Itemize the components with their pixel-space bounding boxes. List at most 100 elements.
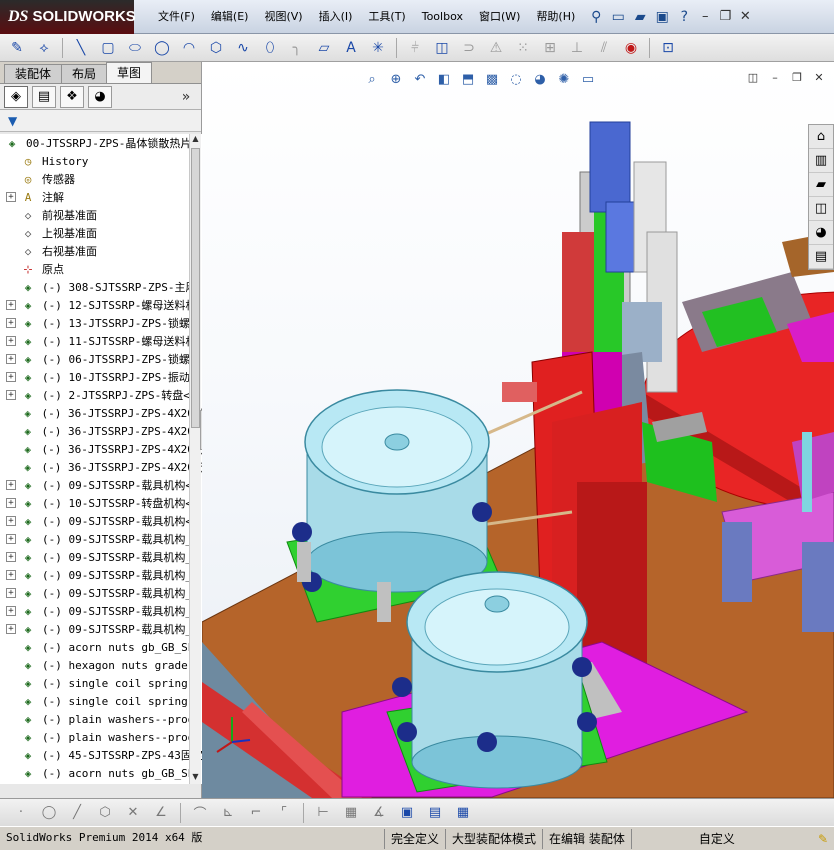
graphics-area[interactable]: ⌕ ⊕ ↶ ◧ ⬒ ▩ ◌ ◕ ✺ ▭ ◫ – ❐ ✕ ⌂ ▥ ▰ ◫ ◕ ▤	[202, 62, 834, 798]
linear-pattern-icon[interactable]: ⁙	[512, 37, 534, 59]
expand-icon[interactable]: +	[6, 354, 16, 364]
tree-root-assembly[interactable]: ◈ 00-JTSSRPJ-ZPS-晶体锁散热片	[0, 134, 202, 152]
status-units[interactable]: 自定义	[630, 828, 741, 849]
tree-item[interactable]: ◈ (-) 36-JTSSRPJ-ZPS-4X20万	[0, 422, 202, 440]
expand-icon[interactable]: +	[6, 498, 16, 508]
tree-item[interactable]: + ◈ (-) 13-JTSSRPJ-ZPS-锁螺丝	[0, 314, 202, 332]
tree-item[interactable]: ◈ (-) plain washers--produ	[0, 728, 202, 746]
mirror-icon[interactable]: ⚠	[485, 37, 507, 59]
tree-item[interactable]: ◇ 上视基准面	[0, 224, 202, 242]
viewport-restore-icon[interactable]: ❐	[788, 68, 806, 86]
feature-tree-tab-icon[interactable]: ◈	[4, 85, 28, 108]
configuration-manager-tab-icon[interactable]: ❖	[60, 85, 84, 108]
tree-item[interactable]: ◈ (-) single coil spring l	[0, 674, 202, 692]
edit-appearance-icon[interactable]: ◕	[530, 69, 550, 89]
expand-icon[interactable]: +	[6, 192, 16, 202]
view-palette-icon[interactable]: ◫	[809, 197, 833, 221]
design-library-icon[interactable]: ▥	[809, 149, 833, 173]
scroll-down-icon[interactable]: ▼	[190, 772, 201, 784]
tree-item[interactable]: ◈ (-) 308-SJTSSRP-ZPS-主厢	[0, 278, 202, 296]
rebuild-status-icon[interactable]: ✎	[812, 829, 834, 849]
assembly-model[interactable]	[202, 62, 834, 798]
convert-entities-icon[interactable]: ◫	[431, 37, 453, 59]
expand-icon[interactable]: +	[6, 336, 16, 346]
restore-icon[interactable]: ❐	[715, 7, 735, 27]
trim-icon[interactable]: ⫩	[404, 37, 426, 59]
expand-icon[interactable]: +	[6, 624, 16, 634]
display-manager-tab-icon[interactable]: ◕	[88, 85, 112, 108]
tree-filter-row[interactable]: ▼	[0, 110, 201, 132]
bottom-angle-snap-icon[interactable]: ∡	[368, 802, 390, 824]
tree-item[interactable]: ◈ (-) acorn nuts gb_GB_SPE	[0, 638, 202, 656]
help-icon[interactable]: ?	[673, 6, 695, 28]
tree-item[interactable]: + ◈ (-) 09-SJTSSRP-载具机构_	[0, 584, 202, 602]
tree-item[interactable]: + ◈ (-) 12-SJTSSRP-螺母送料机	[0, 296, 202, 314]
menu-edit[interactable]: 编辑(E)	[203, 7, 257, 27]
tree-item[interactable]: + ◈ (-) 11-SJTSSRP-螺母送料机	[0, 332, 202, 350]
solidworks-logo[interactable]: DS SOLIDWORKS	[0, 0, 136, 34]
offset-icon[interactable]: ⊃	[458, 37, 480, 59]
tree-item[interactable]: ◈ (-) 36-JTSSRPJ-ZPS-4X20万	[0, 458, 202, 476]
tree-item[interactable]: ◎ 传感器	[0, 170, 202, 188]
viewport-close-icon[interactable]: ✕	[810, 68, 828, 86]
bottom-angle-icon[interactable]: ∠	[150, 802, 172, 824]
bottom-grid-icon[interactable]: ▦	[340, 802, 362, 824]
rectangle-icon[interactable]: ▢	[97, 37, 119, 59]
bottom-snap-icon[interactable]: ⌜	[273, 802, 295, 824]
rapid-sketch-icon[interactable]: ⊡	[657, 37, 679, 59]
tree-item[interactable]: + ◈ (-) 09-SJTSSRP-载具机构_	[0, 548, 202, 566]
zoom-to-area-icon[interactable]: ⊕	[386, 69, 406, 89]
solidworks-resources-icon[interactable]: ⌂	[809, 125, 833, 149]
expand-icon[interactable]: +	[6, 516, 16, 526]
expand-icon[interactable]: +	[6, 570, 16, 580]
custom-properties-icon[interactable]: ▤	[809, 245, 833, 269]
expand-icon[interactable]: +	[6, 390, 16, 400]
text-icon[interactable]: A	[340, 37, 362, 59]
property-manager-tab-icon[interactable]: ▤	[32, 85, 56, 108]
tree-item[interactable]: ◇ 右视基准面	[0, 242, 202, 260]
minimize-icon[interactable]: –	[695, 7, 715, 27]
bottom-dimension-icon[interactable]: ⊢	[312, 802, 334, 824]
expand-icon[interactable]: +	[6, 300, 16, 310]
move-entities-icon[interactable]: ⊞	[539, 37, 561, 59]
bottom-cross-icon[interactable]: ✕	[122, 802, 144, 824]
bottom-perpendicular-icon[interactable]: ⊾	[217, 802, 239, 824]
polygon-icon[interactable]: ⬡	[205, 37, 227, 59]
viewport-tile-icon[interactable]: ◫	[744, 68, 762, 86]
expand-icon[interactable]: +	[6, 606, 16, 616]
tree-item[interactable]: + A 注解	[0, 188, 202, 206]
tree-item[interactable]: + ◈ (-) 09-SJTSSRP-载具机构_	[0, 602, 202, 620]
bottom-tangent-icon[interactable]: ⌒	[189, 802, 211, 824]
bottom-circle-icon[interactable]: ◯	[38, 802, 60, 824]
smart-dimension-icon[interactable]: ⟡	[33, 37, 55, 59]
bottom-point-icon[interactable]: ·	[10, 802, 32, 824]
tree-item[interactable]: + ◈ (-) 09-SJTSSRP-载具机构<	[0, 512, 202, 530]
tree-item[interactable]: ◷ History	[0, 152, 202, 170]
scrollbar-thumb[interactable]	[191, 148, 200, 428]
menu-toolbox[interactable]: Toolbox	[414, 7, 471, 27]
file-explorer-icon[interactable]: ▰	[809, 173, 833, 197]
repair-sketch-icon[interactable]: ⫽	[593, 37, 615, 59]
tree-scrollbar[interactable]: ▲ ▼	[189, 134, 201, 784]
tree-item[interactable]: ⊹ 原点	[0, 260, 202, 278]
display-relations-icon[interactable]: ⊥	[566, 37, 588, 59]
hide-show-items-icon[interactable]: ◌	[506, 69, 526, 89]
tree-item[interactable]: + ◈ (-) 10-SJTSSRP-转盘机构<	[0, 494, 202, 512]
bottom-corner-icon[interactable]: ⌐	[245, 802, 267, 824]
fillet-icon[interactable]: ╮	[286, 37, 308, 59]
sketch-icon[interactable]: ✎	[6, 37, 28, 59]
expand-icon[interactable]: +	[6, 588, 16, 598]
quick-snaps-icon[interactable]: ◉	[620, 37, 642, 59]
filter-icon[interactable]: ▼	[8, 114, 17, 128]
line-icon[interactable]: ╲	[70, 37, 92, 59]
tree-item[interactable]: + ◈ (-) 09-SJTSSRP-载具机构_	[0, 620, 202, 638]
appearances-icon[interactable]: ◕	[809, 221, 833, 245]
circle-icon[interactable]: ◯	[151, 37, 173, 59]
viewport-minimize-icon[interactable]: –	[766, 68, 784, 86]
tree-item[interactable]: ◈ (-) 36-JTSSRPJ-ZPS-4X20万	[0, 404, 202, 422]
tree-item[interactable]: + ◈ (-) 09-SJTSSRP-载具机构_	[0, 530, 202, 548]
expand-icon[interactable]: +	[6, 552, 16, 562]
slot-icon[interactable]: ⬭	[124, 37, 146, 59]
bottom-polygon-icon[interactable]: ⬡	[94, 802, 116, 824]
bottom-3d-sketch-icon[interactable]: ▣	[396, 802, 418, 824]
